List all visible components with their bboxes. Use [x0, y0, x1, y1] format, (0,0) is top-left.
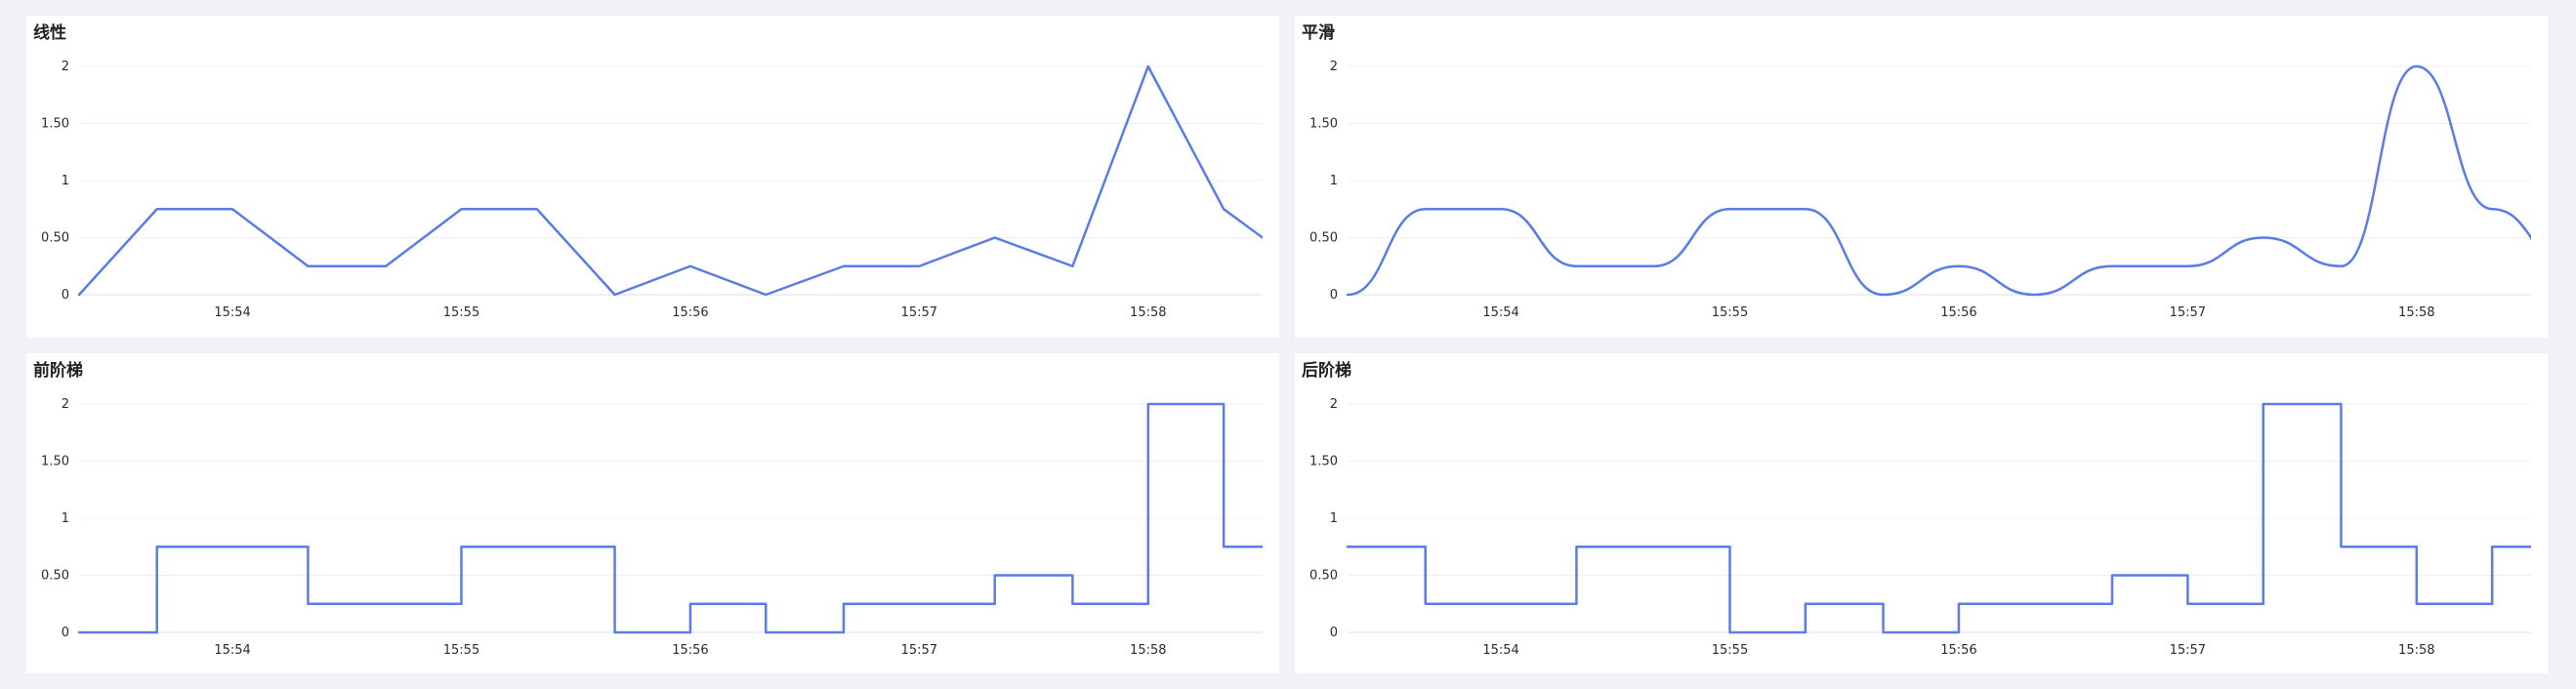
y-tick-label: 1	[62, 174, 69, 188]
x-tick-label: 15:54	[214, 643, 250, 658]
x-tick-label: 15:56	[672, 305, 708, 320]
y-tick-label: 1	[1330, 174, 1338, 188]
y-tick-label: 1.50	[41, 455, 69, 469]
y-tick-label: 2	[62, 397, 69, 412]
y-tick-label: 2	[1330, 60, 1338, 74]
chart-panel-linear: 线性 0 0.50 1 1.50 2 15:54 15:55 15:56 15:57 15:58	[26, 16, 1279, 338]
x-tick-label: 15:57	[2170, 643, 2206, 658]
y-tick-label: 0	[62, 626, 69, 640]
y-tick-label: 0	[1330, 626, 1338, 640]
y-tick-label: 1.50	[41, 117, 69, 132]
y-tick-label: 2	[1330, 397, 1338, 412]
line-chart-step-after[interactable]: 0 0.50 1 1.50 2 15:54 15:55 15:56 15:57 15:58	[1295, 353, 2548, 673]
y-tick-label: 0.50	[41, 231, 69, 246]
y-tick-label: 1	[1330, 511, 1338, 526]
x-tick-label: 15:54	[1482, 643, 1518, 658]
y-tick-label: 2	[62, 60, 69, 74]
y-tick-label: 0	[1330, 288, 1338, 303]
x-tick-label: 15:58	[2398, 643, 2434, 658]
x-tick-label: 15:58	[1130, 305, 1166, 320]
chart-panel-step-before: 前阶梯 0 0.50 1 1.50 2 15:54 15:55 15:56 15:57 15:58	[26, 353, 1279, 673]
x-tick-label: 15:54	[214, 305, 250, 320]
x-tick-label: 15:57	[901, 643, 937, 658]
x-tick-label: 15:54	[1482, 305, 1518, 320]
chart-panel-smooth: 平滑 0 0.50 1 1.50 2 15:54 15:55 15:56 15:57 15:58	[1295, 16, 2548, 338]
y-tick-label: 1.50	[1309, 455, 1338, 469]
x-tick-label: 15:55	[443, 643, 479, 658]
line-chart-smooth[interactable]: 0 0.50 1 1.50 2 15:54 15:55 15:56 15:57 15:58	[1295, 16, 2548, 338]
y-tick-label: 0	[62, 288, 69, 303]
x-tick-label: 15:56	[1940, 643, 1976, 658]
y-tick-label: 0.50	[41, 569, 69, 584]
y-tick-label: 0.50	[1309, 569, 1338, 584]
line-chart-linear[interactable]: 0 0.50 1 1.50 2 15:54 15:55 15:56 15:57 15:58	[26, 16, 1279, 338]
x-tick-label: 15:55	[443, 305, 479, 320]
x-tick-label: 15:55	[1712, 305, 1748, 320]
y-tick-label: 0.50	[1309, 231, 1338, 246]
x-tick-label: 15:58	[2398, 305, 2434, 320]
x-tick-label: 15:56	[672, 643, 708, 658]
y-tick-label: 1	[62, 511, 69, 526]
x-tick-label: 15:58	[1130, 643, 1166, 658]
line-chart-step-before[interactable]: 0 0.50 1 1.50 2 15:54 15:55 15:56 15:57 15:58	[26, 353, 1279, 673]
x-tick-label: 15:57	[901, 305, 937, 320]
x-tick-label: 15:57	[2170, 305, 2206, 320]
x-tick-label: 15:55	[1712, 643, 1748, 658]
chart-panel-step-after: 后阶梯 0 0.50 1 1.50 2 15:54 15:55 15:56 15:57 15:58	[1295, 353, 2548, 673]
x-tick-label: 15:56	[1940, 305, 1976, 320]
y-tick-label: 1.50	[1309, 117, 1338, 132]
